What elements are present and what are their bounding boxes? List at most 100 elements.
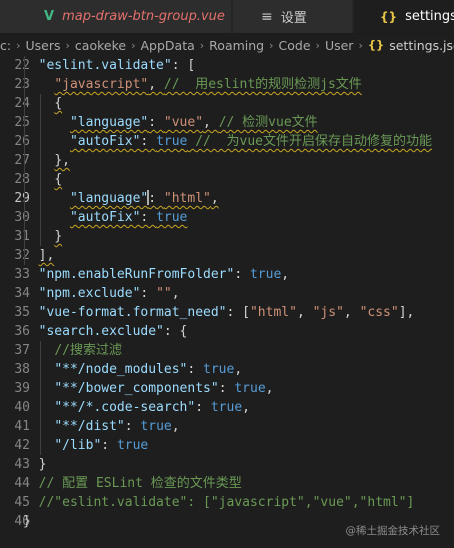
code-line[interactable]: 43} [0,455,454,474]
breadcrumb-item[interactable]: Roaming [209,38,264,53]
code-text: } [23,512,31,531]
code-token: , [343,305,360,320]
code-token: "**/dist" [54,419,125,434]
code-text: "autoFix": true // 为vue文件开启保存自动修复的功能 [70,132,432,151]
code-line[interactable]: 29 "language": "html", [0,189,454,208]
code-token: , [234,362,243,377]
code-text: }, [54,151,70,170]
breadcrumb-item[interactable]: Code [279,38,311,53]
code-editor[interactable]: 22 "eslint.validate": [23 "javascript", //… [0,56,454,548]
code-text: "npm.exclude": "", [39,284,180,303]
code-line[interactable]: 23 "javascript", // 用eslint的规则检测js文件 [0,75,454,94]
code-token: "**/*.code-search" [54,400,196,415]
line-number: 36 [14,324,30,339]
code-line[interactable]: 45 //"eslint.validate": ["javascript","vu… [0,493,454,512]
code-text: "javascript", // 用eslint的规则检测js文件 [54,75,362,94]
code-line[interactable]: 24 { [0,94,454,113]
code-token: //"eslint.validate": ["javascript","vue"… [38,495,415,510]
code-text: // 配置 ESLint 检查的文件类型 [39,474,242,493]
code-line[interactable]: 33 "npm.enableRunFromFolder": true, [0,265,454,284]
chevron-right-icon: › [199,38,205,52]
code-token: : [218,381,235,396]
code-token: true [140,419,172,434]
tab-map-draw-btn-group[interactable]: V map-draw-btn-group.vue 1 [0,0,232,33]
code-token: "html" [163,191,211,206]
code-text: "vue-format.format_need": ["html", "js",… [39,303,415,322]
code-line[interactable]: 38 "**/node_modules": true, [0,360,454,379]
code-line[interactable]: 22 "eslint.validate": [ [0,56,454,75]
code-line[interactable]: 35 "vue-format.format_need": ["html", "js… [0,303,454,322]
code-line[interactable]: 34 "npm.exclude": "", [0,284,454,303]
code-token: : [101,438,117,453]
code-token: "html" [249,305,297,320]
problem-count-badge: 1 [231,9,232,24]
code-line[interactable]: 30 "autoFix": true [0,208,454,227]
code-text: } [54,227,62,246]
chevron-right-icon: › [65,38,70,52]
code-text: { [54,170,62,189]
code-text: "autoFix": true [70,208,187,227]
code-token: } [23,514,31,529]
code-token: : [140,210,157,225]
code-line[interactable]: 37 //搜索过滤 [0,341,454,360]
code-line[interactable]: 28 { [0,170,454,189]
code-line[interactable]: 44 // 配置 ESLint 检查的文件类型 [0,474,454,493]
code-token: : [234,267,250,282]
code-line[interactable]: 27}, [0,151,454,170]
line-number: 30 [14,210,30,225]
code-line[interactable]: 36 "search.exclude": { [0,322,454,341]
code-token: // 检测vue文件 [218,115,318,130]
breadcrumb-item[interactable]: AppData [140,38,194,53]
code-line[interactable]: 41 "**/dist": true, [0,417,454,436]
code-token: "**/node_modules" [54,362,188,377]
code-text: //"eslint.validate": ["javascript","vue"… [39,493,415,512]
code-text: "language": "vue", // 检测vue文件 [70,113,318,132]
code-token: //搜索过滤 [54,343,122,358]
code-token: "javascript" [54,77,149,92]
breadcrumb-item[interactable]: caokeke [75,38,126,53]
code-token: : [148,115,164,130]
code-text: "**/node_modules": true, [54,360,242,379]
tab-settings-json[interactable]: {} settings.js [354,0,454,33]
code-token: : [195,400,211,415]
breadcrumb-file[interactable]: settings.json [389,38,454,53]
line-number: 22 [14,58,30,73]
code-token: "npm.exclude" [38,286,141,301]
breadcrumb-item[interactable]: User [325,38,354,53]
line-number: 28 [14,172,30,187]
breadcrumb-item[interactable]: c: [0,38,11,53]
line-number: 27 [14,153,30,168]
code-token: } [38,457,47,472]
code-token: // 用eslint的规则检测js文件 [163,77,362,92]
code-token: true [203,362,235,377]
code-token: true [249,267,282,282]
code-token: : [124,419,141,434]
code-token: "vue-format.format_need" [38,305,227,320]
code-line[interactable]: 39 "**/bower_components": true, [0,379,454,398]
code-token: , [171,419,180,434]
code-token: { [54,172,63,187]
tab-label: map-draw-btn-group.vue [62,9,225,24]
code-line[interactable]: 26 "autoFix": true // 为vue文件开启保存自动修复的功能 [0,132,454,151]
code-text: "language": "html", [70,189,219,208]
tab-settings-ui[interactable]: ≡ 设置 [233,0,353,33]
code-line[interactable]: 40 "**/*.code-search": true, [0,398,454,417]
watermark: @稀土掘金技术社区 [345,525,441,537]
code-token: "css" [359,305,399,320]
code-text: "eslint.validate": [ [39,56,196,75]
code-token: }, [54,153,70,168]
code-line[interactable]: 25 "language": "vue", // 检测vue文件 [0,113,454,132]
breadcrumb-item[interactable]: Users [26,38,61,53]
code-line[interactable]: 42 "/lib": true [0,436,454,455]
code-token: : [ [171,58,196,73]
settings-list-icon: ≡ [261,8,273,25]
code-token: "language" [69,115,149,130]
code-text: "npm.enableRunFromFolder": true, [39,265,289,284]
chevron-right-icon: › [16,38,21,52]
code-line[interactable]: 31} [0,227,454,246]
code-token: , [210,191,219,206]
code-line[interactable]: 32], [0,246,454,265]
line-number: 45 [14,495,30,510]
line-number: 42 [14,438,30,453]
code-token: : { [163,324,188,339]
